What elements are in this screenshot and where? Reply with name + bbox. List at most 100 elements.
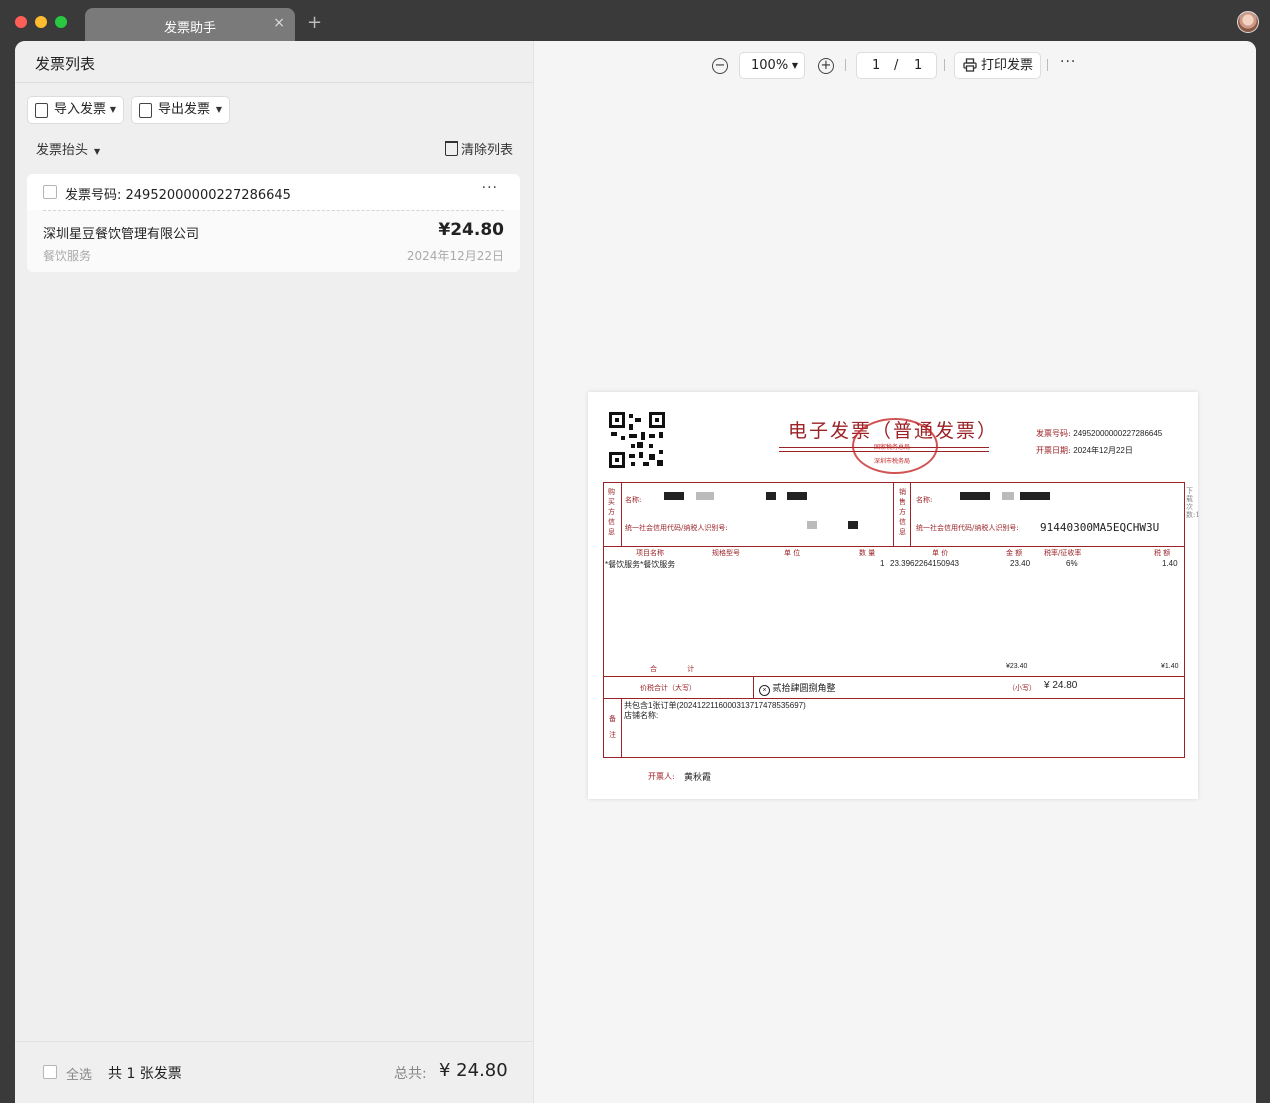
invoice-list-panel: 发票列表 导入发票 ▼ 导出发票 ▼ 发票抬头 ▼ 清除列表 发票号码: 249…	[15, 41, 534, 1103]
zoom-select[interactable]: 100% ▼	[739, 52, 805, 79]
minimize-window-button[interactable]	[35, 16, 47, 28]
grand-upper-value: 贰拾肆圆捌角整	[772, 683, 836, 693]
grand-small-value: ¥ 24.80	[1044, 680, 1078, 691]
table-line	[621, 483, 622, 546]
stamp-text: 国家税务总局	[874, 444, 911, 451]
redacted-text	[1002, 492, 1014, 500]
invoice-amount: ¥24.80	[438, 220, 504, 240]
avatar[interactable]	[1237, 11, 1259, 33]
total-label: 总共:	[394, 1066, 427, 1082]
table-line	[893, 483, 894, 546]
print-label: 打印发票	[981, 58, 1034, 73]
invoice-checkbox[interactable]	[43, 185, 57, 199]
panel-title: 发票列表	[35, 55, 96, 73]
dashed-divider	[43, 210, 504, 211]
separator	[1047, 59, 1048, 71]
more-options-icon[interactable]: ···	[482, 180, 498, 196]
clear-list-button[interactable]: 清除列表	[445, 139, 513, 158]
export-label: 导出发票	[158, 102, 211, 117]
page-separator: /	[894, 58, 899, 73]
date-key: 开票日期:	[1036, 446, 1071, 455]
col-header: 单 位	[784, 549, 801, 557]
grand-total-label: 价税合计（大写）	[640, 684, 696, 692]
item-tax: 1.40	[1162, 559, 1178, 568]
item-price: 23.3962264150943	[890, 559, 959, 568]
zoom-in-icon[interactable]: +	[818, 58, 834, 74]
issuer-name: 黄秋霞	[684, 772, 712, 782]
page-current[interactable]: 1	[872, 53, 880, 78]
invoice-count: 共 1 张发票	[108, 1066, 182, 1082]
item-name: *餐饮服务*餐饮服务	[605, 560, 676, 569]
date-value: 2024年12月22日	[1073, 446, 1133, 455]
zoom-out-icon[interactable]: −	[712, 58, 728, 74]
col-header: 金 额	[1006, 549, 1023, 557]
filter-label: 发票抬头	[36, 143, 89, 158]
number-key: 发票号码:	[1036, 429, 1071, 438]
redacted-text	[664, 492, 684, 500]
seller-name: 深圳星豆餐饮管理有限公司	[43, 227, 200, 242]
total-amount: ¥23.40	[1006, 663, 1028, 670]
invoice-date: 2024年12月22日	[406, 249, 504, 263]
item-amount: 23.40	[1010, 559, 1031, 568]
trash-icon	[445, 141, 458, 156]
col-header: 税 额	[1154, 549, 1171, 557]
grand-small-label: （小写）	[1008, 684, 1036, 692]
col-header: 税率/征收率	[1044, 549, 1082, 557]
seller-taxid-key: 统一社会信用代码/纳税人识别号:	[916, 524, 1019, 532]
download-count: 下载次数:1	[1186, 487, 1200, 519]
buyer-taxid-key: 统一社会信用代码/纳税人识别号:	[625, 524, 728, 532]
app-frame: 发票助手 × + 发票列表 导入发票 ▼ 导出发票 ▼ 发票抬头 ▼ 清除列表 …	[0, 0, 1270, 1103]
export-invoice-button[interactable]: 导出发票 ▼	[131, 96, 230, 124]
table-line	[753, 676, 754, 698]
separator	[944, 59, 945, 71]
select-all-checkbox[interactable]	[43, 1065, 57, 1079]
print-invoice-button[interactable]: 打印发票	[954, 52, 1041, 79]
zoom-value: 100%	[751, 58, 789, 73]
invoice-card[interactable]: 发票号码: 24952000000227286645 ··· 深圳星豆餐饮管理有…	[27, 174, 520, 272]
maximize-window-button[interactable]	[55, 16, 67, 28]
redacted-text	[766, 492, 776, 500]
export-icon	[139, 103, 152, 118]
separator	[845, 59, 846, 71]
new-tab-button[interactable]: +	[307, 12, 322, 33]
tab-close-icon[interactable]: ×	[273, 15, 285, 31]
buyer-name-key: 名称:	[625, 496, 642, 504]
invoice-category: 餐饮服务	[43, 249, 92, 263]
seller-side-label: 销售方信息	[899, 488, 906, 536]
app-window: 发票列表 导入发票 ▼ 导出发票 ▼ 发票抬头 ▼ 清除列表 发票号码: 249…	[15, 41, 1256, 1103]
total-label: 合 计	[650, 665, 695, 673]
col-header: 单 价	[932, 549, 949, 557]
seller-name-key: 名称:	[916, 496, 933, 504]
divider	[15, 82, 533, 83]
total-tax: ¥1.40	[1161, 663, 1179, 670]
redacted-text	[960, 492, 990, 500]
tab-invoice-helper[interactable]: 发票助手 ×	[85, 8, 295, 42]
invoice-number: 发票号码: 24952000000227286645	[65, 188, 291, 203]
grand-total-upper: × 贰拾肆圆捌角整	[759, 681, 836, 696]
select-all-label[interactable]: 全选	[66, 1064, 92, 1083]
more-icon[interactable]: ···	[1060, 54, 1076, 70]
chevron-down-icon: ▼	[109, 105, 116, 114]
chevron-down-icon: ▼	[791, 61, 798, 70]
footer-divider	[15, 1041, 533, 1042]
remark-label: 备注	[609, 715, 616, 739]
redacted-text	[807, 521, 817, 529]
table-line	[604, 546, 1184, 547]
total-value: ¥ 24.80	[439, 1060, 508, 1081]
qr-code-icon	[609, 412, 665, 468]
document-icon	[35, 103, 48, 118]
remark-line-2: 店铺名称:	[624, 711, 659, 720]
invoice-number-row: 发票号码: 24952000000227286645	[1036, 428, 1162, 439]
col-header: 项目名称	[636, 549, 664, 557]
col-header: 数 量	[859, 549, 876, 557]
import-invoice-button[interactable]: 导入发票 ▼	[27, 96, 124, 124]
invoice-header-filter[interactable]: 发票抬头 ▼	[36, 139, 100, 158]
buyer-side-label: 购买方信息	[608, 488, 615, 536]
tab-title: 发票助手	[163, 21, 216, 36]
close-window-button[interactable]	[15, 16, 27, 28]
invoice-viewer: − 100% ▼ + 1 / 1 打印发票 ··· 电子发票（普通发票） 国家税…	[534, 41, 1256, 1103]
col-header: 规格型号	[712, 549, 740, 557]
page-indicator[interactable]: 1 / 1	[856, 52, 937, 79]
table-line	[604, 676, 1184, 677]
issuer-key: 开票人:	[648, 772, 675, 781]
